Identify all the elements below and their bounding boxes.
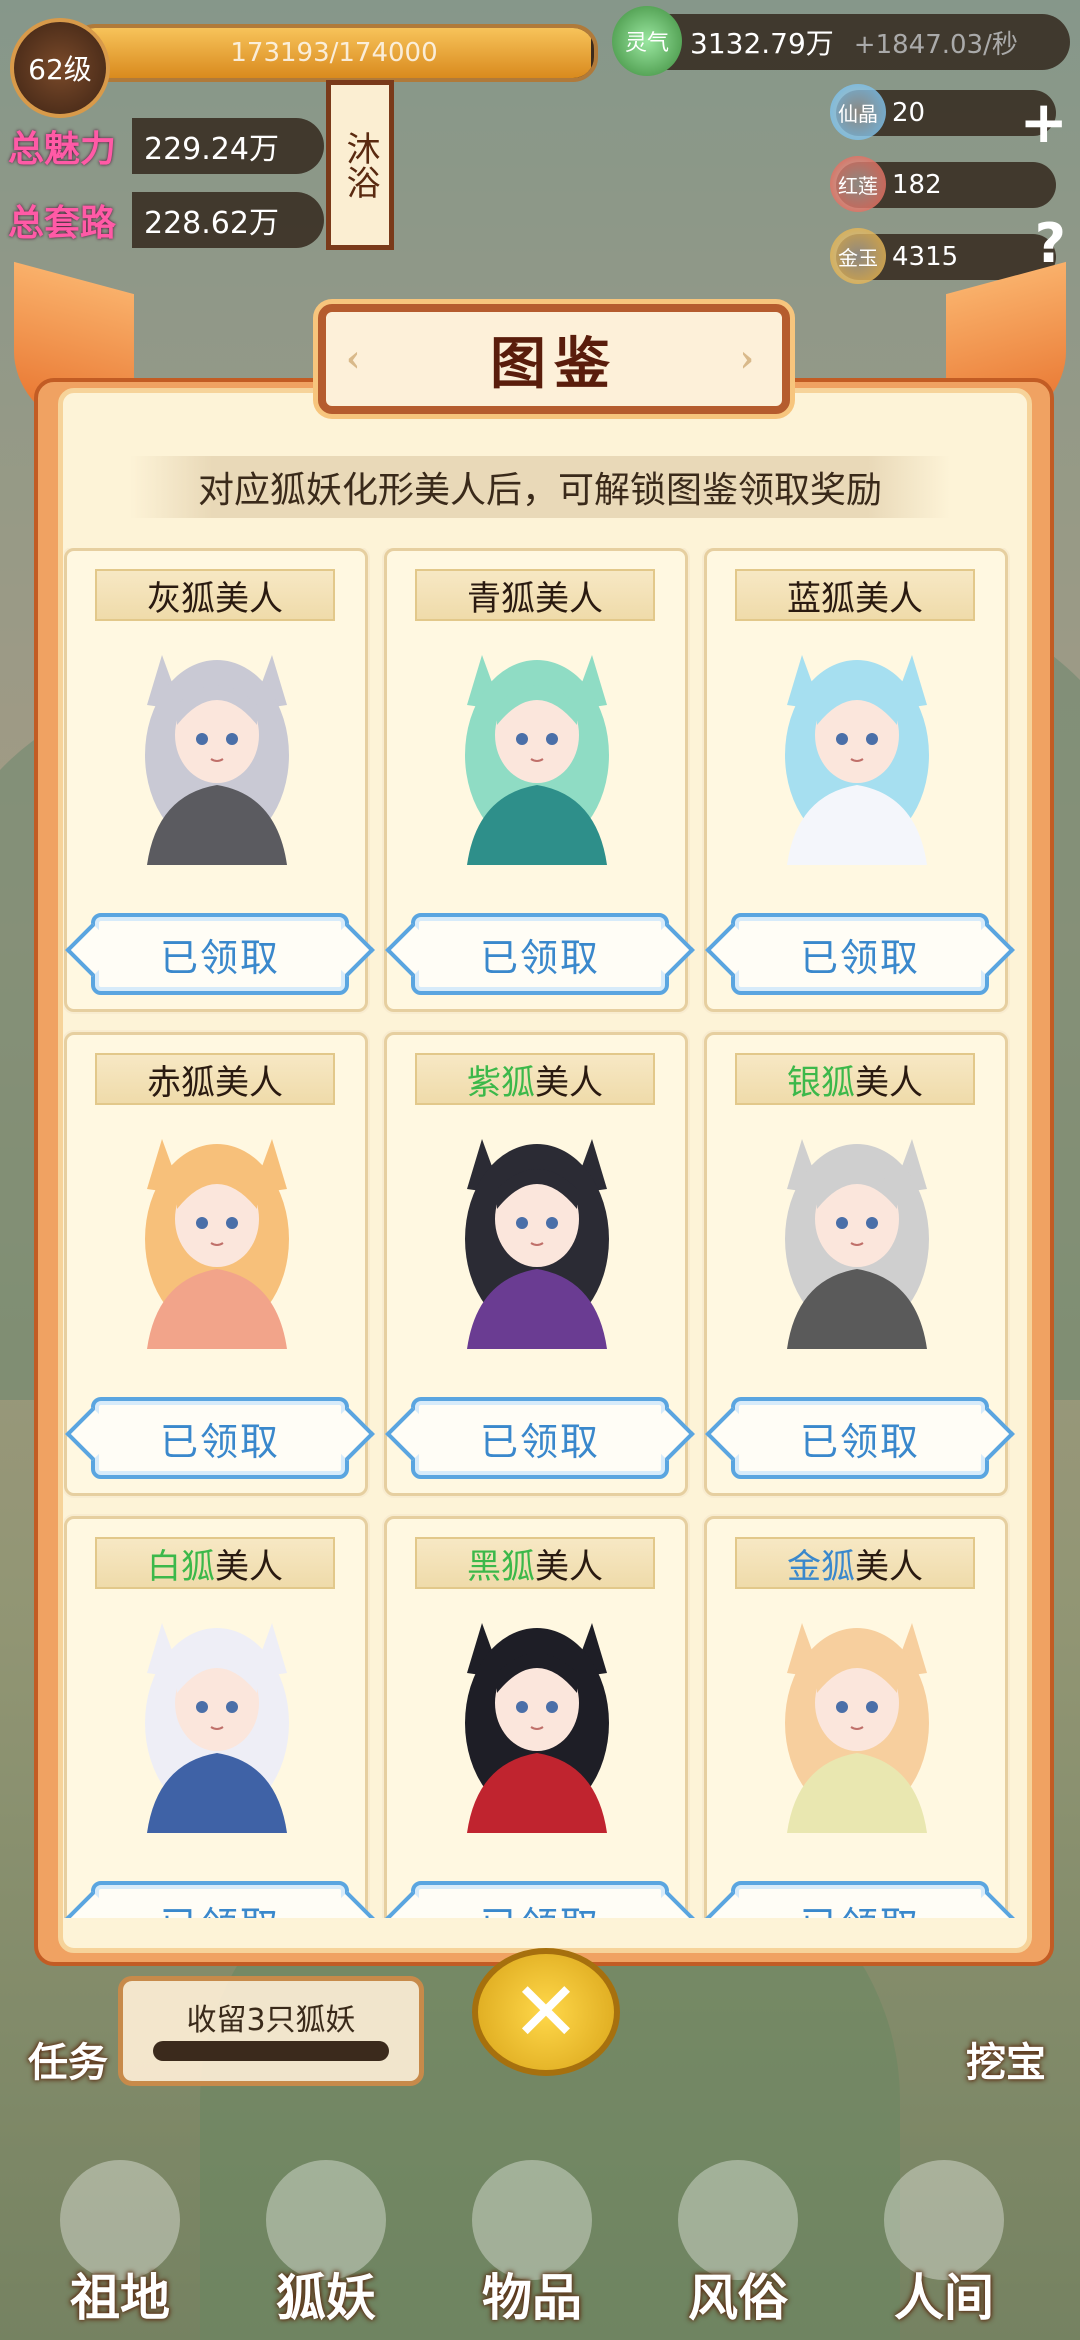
- qi-counter: 3132.79万 +1847.03/秒: [620, 14, 1070, 70]
- fox-beauty-portrait: [427, 635, 647, 865]
- add-icon[interactable]: +: [1019, 88, 1068, 156]
- card-name-prefix: 金狐: [787, 1546, 855, 1587]
- nav-label: 风俗: [688, 2268, 788, 2327]
- fox-beauty-portrait: [747, 635, 967, 865]
- bath-button[interactable]: 沐浴: [326, 80, 394, 250]
- panel-title-plate: ‹ 图鉴 ›: [318, 304, 790, 414]
- claimed-button[interactable]: 已领取: [411, 1397, 669, 1479]
- collection-card[interactable]: 青狐 美人已领取: [384, 548, 688, 1012]
- card-grid[interactable]: 灰狐 美人 已领取 青狐 美人 已领取 蓝狐 美人 已领取 赤狐 美人 已领取 紫狐 美人 已领取 银狐 美人已…: [64, 548, 1024, 1918]
- card-name: 白狐 美人: [95, 1537, 335, 1589]
- card-name-suffix: 美人: [855, 578, 923, 619]
- collection-card[interactable]: 赤狐 美人已领取: [64, 1032, 368, 1496]
- claimed-button[interactable]: 已领取: [91, 913, 349, 995]
- card-name-prefix: 白狐: [147, 1546, 215, 1587]
- nav-label: 人间: [894, 2268, 994, 2327]
- fox-beauty-portrait: [427, 1603, 647, 1833]
- nav-customs[interactable]: 风俗: [638, 2160, 838, 2330]
- fox-beauty-portrait: [107, 635, 327, 865]
- panel-title: 图鉴: [490, 330, 618, 397]
- task-label[interactable]: 任务: [28, 2030, 108, 2088]
- qi-rate: +1847.03/秒: [853, 29, 1018, 60]
- card-name: 紫狐 美人: [415, 1053, 655, 1105]
- card-name: 金狐 美人: [735, 1537, 975, 1589]
- task-progress: [153, 2041, 389, 2061]
- task-bar[interactable]: 收留3只狐妖: [118, 1976, 424, 2086]
- charm-label: 总魅力: [8, 128, 117, 170]
- card-name-prefix: 紫狐: [467, 1062, 535, 1103]
- card-name-suffix: 美人: [535, 578, 603, 619]
- fox-beauty-portrait: [427, 1119, 647, 1349]
- nav-label: 祖地: [70, 2268, 170, 2327]
- card-name-prefix: 灰狐: [147, 578, 215, 619]
- fox-beauty-portrait: [747, 1119, 967, 1349]
- card-name-suffix: 美人: [215, 1546, 283, 1587]
- claimed-button[interactable]: 已领取: [731, 913, 989, 995]
- claimed-button[interactable]: 已领取: [411, 913, 669, 995]
- jade-value: 4315: [892, 242, 959, 272]
- nav-fox-spirits[interactable]: 狐妖: [226, 2160, 426, 2330]
- tricks-stat: 总套路 228.62万: [8, 192, 324, 248]
- qi-icon: 灵气: [612, 6, 682, 76]
- bottom-nav: 祖地 狐妖 物品 风俗 人间: [0, 2120, 1080, 2340]
- card-name-prefix: 黑狐: [467, 1546, 535, 1587]
- tricks-label: 总套路: [8, 202, 117, 244]
- tricks-value: 228.62万: [132, 192, 324, 248]
- collection-card[interactable]: 蓝狐 美人已领取: [704, 548, 1008, 1012]
- collection-card[interactable]: 金狐美人已领取: [704, 1516, 1008, 1918]
- nav-ancestral-land[interactable]: 祖地: [20, 2160, 220, 2330]
- card-name-suffix: 美人: [855, 1546, 923, 1587]
- card-name: 赤狐 美人: [95, 1053, 335, 1105]
- claimed-button[interactable]: 已领取: [411, 1881, 669, 1918]
- level-badge[interactable]: 62级: [10, 18, 110, 118]
- lotus-value: 182: [892, 170, 942, 200]
- charm-stat: 总魅力 229.24万: [8, 118, 324, 174]
- fox-beauty-portrait: [747, 1603, 967, 1833]
- claimed-button[interactable]: 已领取: [91, 1397, 349, 1479]
- qi-value: 3132.79万: [690, 27, 834, 60]
- card-name: 蓝狐 美人: [735, 569, 975, 621]
- nav-mortal-world[interactable]: 人间: [844, 2160, 1044, 2330]
- card-name: 银狐 美人: [735, 1053, 975, 1105]
- card-name-suffix: 美人: [535, 1062, 603, 1103]
- card-name-suffix: 美人: [855, 1062, 923, 1103]
- collection-card[interactable]: 黑狐美人已领取: [384, 1516, 688, 1918]
- claimed-button[interactable]: 已领取: [731, 1397, 989, 1479]
- collection-card[interactable]: 白狐美人已领取: [64, 1516, 368, 1918]
- card-name-suffix: 美人: [215, 1062, 283, 1103]
- nav-label: 物品: [482, 2268, 582, 2327]
- card-name: 青狐 美人: [415, 569, 655, 621]
- task-text: 收留3只狐妖: [186, 2003, 356, 2038]
- close-button[interactable]: ✕: [472, 1948, 620, 2076]
- dig-treasure-button[interactable]: 挖宝: [966, 2030, 1046, 2088]
- exp-text: 173193/174000: [230, 38, 438, 68]
- lotus-icon: 红莲: [830, 156, 886, 212]
- crystal-value: 20: [892, 98, 926, 128]
- fox-beauty-portrait: [107, 1603, 327, 1833]
- card-name: 黑狐 美人: [415, 1537, 655, 1589]
- claimed-button[interactable]: 已领取: [91, 1881, 349, 1918]
- collection-card[interactable]: 灰狐 美人已领取: [64, 548, 368, 1012]
- card-name-suffix: 美人: [215, 578, 283, 619]
- exp-bar: 173193/174000: [70, 24, 598, 82]
- panel-subtitle: 对应狐妖化形美人后，可解锁图鉴领取奖励: [130, 456, 950, 518]
- card-name-prefix: 赤狐: [147, 1062, 215, 1103]
- collection-card[interactable]: 银狐 美人已领取: [704, 1032, 1008, 1496]
- charm-value: 229.24万: [132, 118, 324, 174]
- claimed-button[interactable]: 已领取: [731, 1881, 989, 1918]
- nav-items[interactable]: 物品: [432, 2160, 632, 2330]
- jade-icon: 金玉: [830, 228, 886, 284]
- collection-card[interactable]: 紫狐 美人已领取: [384, 1032, 688, 1496]
- card-name-prefix: 青狐: [467, 578, 535, 619]
- fox-beauty-portrait: [107, 1119, 327, 1349]
- card-name-prefix: 银狐: [787, 1062, 855, 1103]
- nav-label: 狐妖: [276, 2268, 376, 2327]
- card-name: 灰狐 美人: [95, 569, 335, 621]
- crystal-icon: 仙晶: [830, 84, 886, 140]
- card-name-suffix: 美人: [535, 1546, 603, 1587]
- card-name-prefix: 蓝狐: [787, 578, 855, 619]
